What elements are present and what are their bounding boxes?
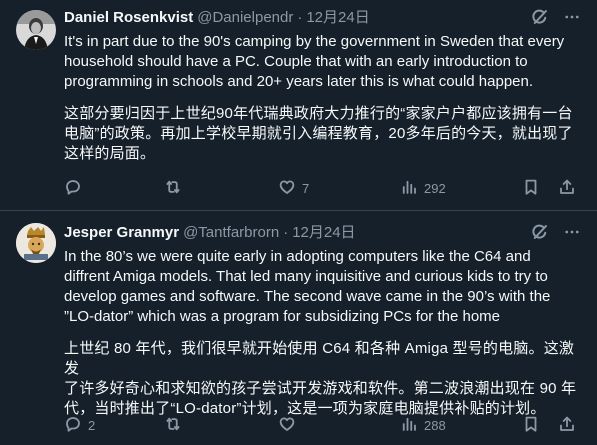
- tweet-header: Jesper Granmyr @Tantfarbrorn · 12月24日: [64, 223, 581, 243]
- tweet-actions: 7 292: [64, 176, 581, 200]
- tweet-text-english: In the 80’s we were quite early in adopt…: [64, 248, 551, 325]
- tweet-date[interactable]: 12月24日: [306, 8, 369, 28]
- tweet-header-actions: [531, 8, 581, 31]
- share-icon: [558, 415, 576, 436]
- reply-button[interactable]: 2: [64, 415, 144, 436]
- user-name[interactable]: Daniel Rosenkvist: [64, 8, 193, 28]
- reply-icon: [64, 178, 82, 199]
- grok-icon[interactable]: [531, 223, 549, 246]
- like-icon: [278, 178, 296, 199]
- bookmark-icon: [522, 178, 540, 199]
- tweet[interactable]: Jesper Granmyr @Tantfarbrorn · 12月24日 In…: [0, 211, 597, 445]
- views-button[interactable]: 292: [400, 178, 500, 199]
- share-button[interactable]: [558, 178, 576, 199]
- retweet-button[interactable]: [164, 415, 264, 436]
- tweet-text-translation: 这部分要归因于上世纪90年代瑞典政府大力推行的“家家户户都应该拥有一台 电脑”的…: [64, 105, 573, 162]
- reply-icon: [64, 415, 82, 436]
- tweet-text-translation: 上世纪 80 年代，我们很早就开始使用 C64 和各种 Amiga 型号的电脑。…: [64, 340, 577, 417]
- reply-button[interactable]: [64, 178, 144, 199]
- like-icon: [278, 415, 296, 436]
- tweet-actions: 2 288: [64, 413, 581, 437]
- share-button[interactable]: [558, 415, 576, 436]
- separator: ·: [283, 224, 289, 241]
- like-count: 7: [302, 180, 310, 196]
- tweet-text-english: It's in part due to the 90's camping by …: [64, 33, 565, 90]
- more-icon[interactable]: [563, 223, 581, 246]
- retweet-icon: [164, 178, 182, 199]
- user-handle[interactable]: @Danielpendr: [197, 8, 293, 28]
- tweet-date[interactable]: 12月24日: [292, 223, 355, 243]
- like-button[interactable]: 7: [278, 178, 378, 199]
- reply-count: 2: [88, 417, 96, 433]
- avatar-image: [16, 10, 56, 50]
- bookmark-button[interactable]: [522, 178, 540, 199]
- avatar-image: [16, 223, 56, 263]
- like-button[interactable]: [278, 415, 378, 436]
- tweet[interactable]: Daniel Rosenkvist @Danielpendr · 12月24日 …: [0, 0, 597, 211]
- share-icon: [558, 178, 576, 199]
- tweet-header-actions: [531, 223, 581, 246]
- views-icon: [400, 178, 418, 199]
- views-icon: [400, 415, 418, 436]
- tweet-header: Daniel Rosenkvist @Danielpendr · 12月24日: [64, 8, 581, 28]
- views-button[interactable]: 288: [400, 415, 500, 436]
- views-count: 292: [424, 180, 446, 196]
- bookmark-icon: [522, 415, 540, 436]
- views-count: 288: [424, 417, 446, 433]
- user-name[interactable]: Jesper Granmyr: [64, 223, 179, 243]
- retweet-button[interactable]: [164, 178, 264, 199]
- grok-icon[interactable]: [531, 8, 549, 31]
- separator: ·: [297, 9, 303, 26]
- avatar[interactable]: [16, 223, 56, 263]
- retweet-icon: [164, 415, 182, 436]
- avatar[interactable]: [16, 10, 56, 50]
- more-icon[interactable]: [563, 8, 581, 31]
- bookmark-button[interactable]: [522, 415, 540, 436]
- user-handle[interactable]: @Tantfarbrorn: [183, 223, 279, 243]
